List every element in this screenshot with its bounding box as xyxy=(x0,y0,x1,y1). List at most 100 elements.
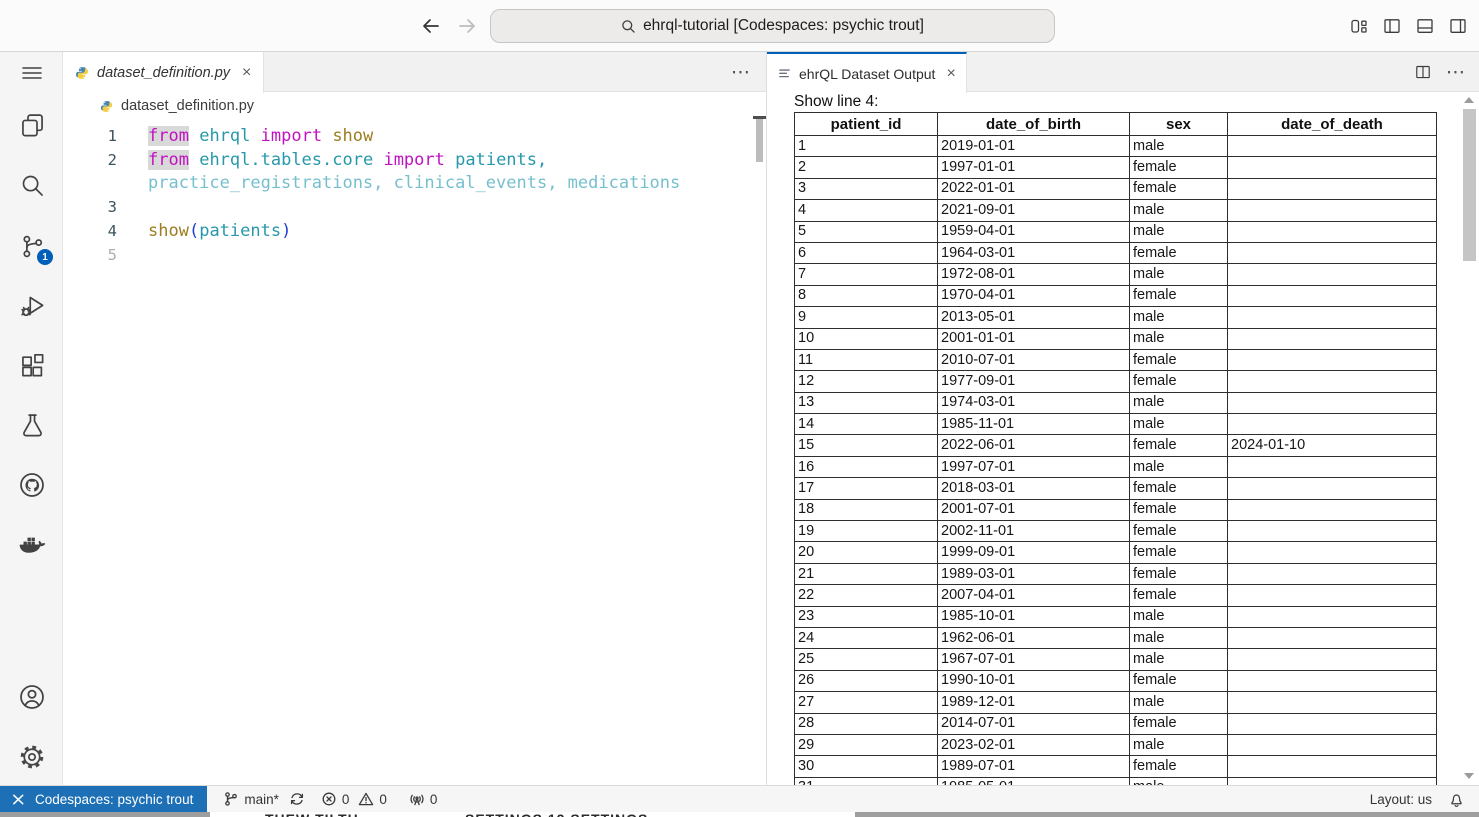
table-row: 222007-04-01female xyxy=(795,585,1437,606)
code-line: 3 xyxy=(63,196,766,220)
branch-label: main* xyxy=(244,792,279,807)
table-cell xyxy=(1228,264,1437,285)
table-cell: 22 xyxy=(795,585,938,606)
table-cell: female xyxy=(1130,756,1228,777)
activity-item-run-debug[interactable] xyxy=(17,291,47,321)
toggle-bottom-panel-icon[interactable] xyxy=(1416,17,1434,35)
scroll-down-icon[interactable] xyxy=(1464,773,1474,779)
column-header: date_of_death xyxy=(1228,113,1437,136)
search-icon xyxy=(19,172,46,199)
problems-indicator[interactable]: 0 0 xyxy=(321,791,387,807)
layout-indicator[interactable]: Layout: us xyxy=(1370,792,1432,807)
code-token: from xyxy=(148,150,189,170)
background-window-strip: THEW TILTH SETTINGS 12 SETTINGS xyxy=(0,812,1479,817)
toggle-right-sidebar-icon[interactable] xyxy=(1449,17,1467,35)
status-bar: Codespaces: psychic trout main* 0 0 0 La… xyxy=(0,785,1479,812)
table-row: 161997-07-01male xyxy=(795,456,1437,477)
branch-indicator[interactable]: main* xyxy=(223,791,279,807)
scroll-up-icon[interactable] xyxy=(1464,97,1474,103)
code-editor[interactable]: 1from ehrql import show2from ehrql.table… xyxy=(63,120,766,267)
table-cell xyxy=(1228,178,1437,199)
activity-item-docker[interactable] xyxy=(17,530,47,560)
back-button[interactable] xyxy=(420,15,442,37)
column-header: sex xyxy=(1130,113,1228,136)
table-row: 21997-01-01female xyxy=(795,157,1437,178)
activity-item-source-control[interactable]: 1 xyxy=(17,231,47,261)
table-cell xyxy=(1228,157,1437,178)
table-cell: male xyxy=(1130,264,1228,285)
table-cell: 23 xyxy=(795,606,938,627)
tab-dataset-definition[interactable]: dataset_definition.py × xyxy=(63,52,264,93)
table-cell: 1985-10-01 xyxy=(938,606,1130,627)
table-cell: female xyxy=(1130,435,1228,456)
code-token: import xyxy=(261,126,322,146)
activity-item-settings[interactable] xyxy=(17,742,47,772)
table-cell: 2 xyxy=(795,157,938,178)
code-token: , xyxy=(537,150,547,170)
close-icon[interactable]: × xyxy=(946,66,955,82)
close-icon[interactable]: × xyxy=(242,65,251,81)
table-cell: 1985-11-01 xyxy=(938,414,1130,435)
table-cell xyxy=(1228,649,1437,670)
sync-icon xyxy=(289,791,305,807)
table-cell: 31 xyxy=(795,777,938,785)
forward-button[interactable] xyxy=(456,15,478,37)
activity-item-explorer[interactable] xyxy=(17,110,47,140)
table-cell: 28 xyxy=(795,713,938,734)
remote-indicator[interactable]: Codespaces: psychic trout xyxy=(0,786,207,812)
table-cell: male xyxy=(1130,627,1228,648)
table-cell: 30 xyxy=(795,756,938,777)
table-row: 172018-03-01female xyxy=(795,478,1437,499)
table-cell xyxy=(1228,542,1437,563)
table-cell: female xyxy=(1130,563,1228,584)
breadcrumb[interactable]: dataset_definition.py xyxy=(63,92,766,120)
activity-item-search[interactable] xyxy=(17,170,47,200)
arrow-left-icon xyxy=(424,20,438,32)
table-row: 182001-07-01female xyxy=(795,499,1437,520)
table-cell: 12 xyxy=(795,371,938,392)
notifications-bell[interactable] xyxy=(1448,791,1465,808)
editor-scrollbar[interactable] xyxy=(756,119,763,162)
table-cell: 10 xyxy=(795,328,938,349)
table-cell: female xyxy=(1130,499,1228,520)
code-token xyxy=(445,150,455,170)
command-center-search[interactable]: ehrql-tutorial [Codespaces: psychic trou… xyxy=(490,9,1055,43)
menu-button[interactable] xyxy=(17,58,47,88)
remote-label: Codespaces: psychic trout xyxy=(35,792,193,807)
activity-item-account[interactable] xyxy=(17,682,47,712)
webview-scrollbar[interactable] xyxy=(1463,94,1476,782)
activity-item-github[interactable] xyxy=(17,470,47,500)
code-token: import xyxy=(383,150,444,170)
ports-indicator[interactable]: 0 xyxy=(409,791,438,807)
radio-tower-icon xyxy=(409,791,425,807)
table-cell: 17 xyxy=(795,478,938,499)
table-cell: female xyxy=(1130,670,1228,691)
table-cell xyxy=(1228,627,1437,648)
scrollbar-thumb[interactable] xyxy=(1463,109,1476,261)
activity-item-extensions[interactable] xyxy=(17,351,47,381)
table-row: 241962-06-01male xyxy=(795,627,1437,648)
customize-layout-icon[interactable] xyxy=(1350,17,1368,35)
more-actions-icon[interactable]: ⋯ xyxy=(1446,61,1465,84)
table-body: 12019-01-01male21997-01-01female32022-01… xyxy=(795,136,1437,786)
table-cell: 2014-07-01 xyxy=(938,713,1130,734)
split-editor-icon[interactable] xyxy=(1415,64,1431,80)
output-heading: Show line 4: xyxy=(794,93,1479,111)
tab-ehrql-dataset-output[interactable]: ehrQL Dataset Output × xyxy=(767,52,967,93)
table-cell xyxy=(1228,670,1437,691)
toggle-left-sidebar-icon[interactable] xyxy=(1383,17,1401,35)
table-cell: male xyxy=(1130,414,1228,435)
more-actions-icon[interactable]: ⋯ xyxy=(731,61,750,84)
code-token: show xyxy=(332,126,373,146)
table-cell: 1959-04-01 xyxy=(938,221,1130,242)
table-cell: 2013-05-01 xyxy=(938,307,1130,328)
line-number: 1 xyxy=(63,125,117,149)
table-cell: male xyxy=(1130,136,1228,157)
table-row: 301989-07-01female xyxy=(795,756,1437,777)
activity-item-testing[interactable] xyxy=(17,410,47,440)
table-cell: 2001-01-01 xyxy=(938,328,1130,349)
sync-button[interactable] xyxy=(289,791,305,807)
table-row: 152022-06-01female2024-01-10 xyxy=(795,435,1437,456)
table-cell: female xyxy=(1130,242,1228,263)
code-line: 5 xyxy=(63,244,766,268)
